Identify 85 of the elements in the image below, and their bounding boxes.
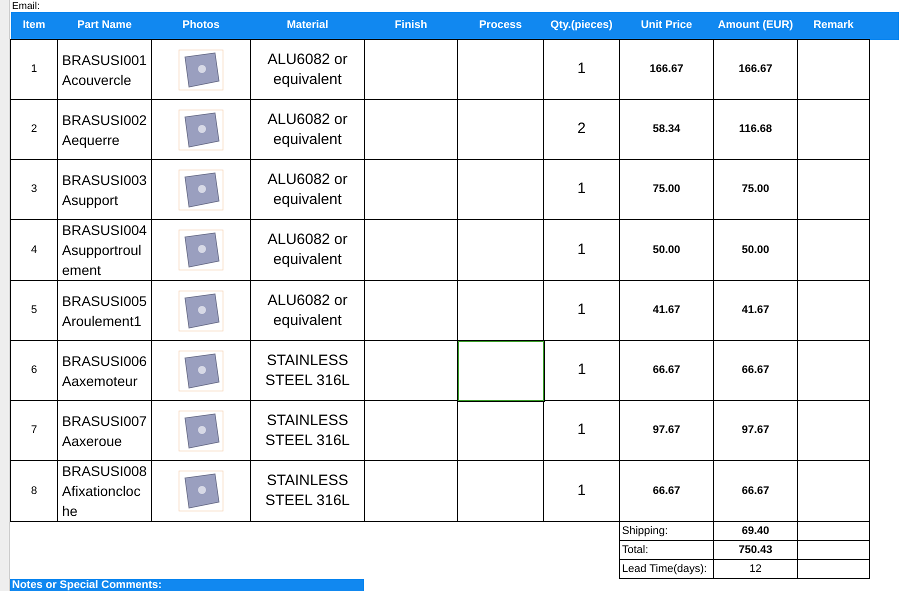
column-header: Unit Price [620,12,714,40]
header-fill [870,12,898,40]
quantity-cell: 1 [544,400,620,460]
item-cell: 8 [10,460,58,522]
item-cell: 2 [10,100,58,160]
amount-cell: 66.67 [714,340,798,400]
summary-value: 12 [714,560,798,578]
quantity-cell: 1 [544,220,620,280]
column-header: Photos [152,12,250,40]
unit-price-cell: 58.34 [620,100,714,160]
unit-price-cell: 50.00 [620,220,714,280]
part-name-cell: BRASUSI008Afixationcloche [58,460,152,522]
unit-price-cell: 166.67 [620,40,714,100]
item-cell: 5 [10,280,58,340]
column-header: Qty.(pieces) [544,12,620,40]
amount-cell: 75.00 [714,160,798,220]
remark-cell [798,220,870,280]
quantity-cell: 2 [544,100,620,160]
summary-blank-cell [798,522,870,540]
item-cell: 1 [10,40,58,100]
part-name-cell: BRASUSI007Aaxeroue [58,400,152,460]
quantity-cell: 1 [544,280,620,340]
amount-cell: 97.67 [714,400,798,460]
remark-cell [798,280,870,340]
quantity-cell: 1 [544,340,620,400]
summary-value: 69.40 [714,522,798,540]
remark-cell [798,460,870,522]
summary-label: Total: [620,540,714,560]
summary-label: Lead Time(days): [620,560,714,578]
material-cell: STAINLESS STEEL 316L [250,400,364,460]
column-header: Remark [798,12,870,40]
summary-value: 750.43 [714,540,798,560]
material-cell: ALU6082 or equivalent [250,220,364,280]
amount-cell: 166.67 [714,40,798,100]
amount-cell: 66.67 [714,460,798,522]
unit-price-cell: 66.67 [620,340,714,400]
process-cell[interactable] [458,100,544,160]
part-name-cell: BRASUSI003Asupport [58,160,152,220]
amount-cell: 41.67 [714,280,798,340]
column-header: Item [10,12,58,40]
amount-cell: 116.68 [714,100,798,160]
summary-label: Shipping: [620,522,714,540]
part-name-cell: BRASUSI005Aroulement1 [58,280,152,340]
material-cell: ALU6082 or equivalent [250,100,364,160]
process-cell[interactable] [458,40,544,100]
column-header: Material [250,12,364,40]
quantity-cell: 1 [544,460,620,522]
quantity-cell: 1 [544,160,620,220]
summary-blank-cell [798,540,870,560]
column-header: Process [458,12,544,40]
item-cell: 4 [10,220,58,280]
unit-price-cell: 97.67 [620,400,714,460]
email-label: Email: [12,2,40,12]
material-cell: ALU6082 or equivalent [250,160,364,220]
part-name-cell: BRASUSI002Aequerre [58,100,152,160]
remark-cell [798,340,870,400]
notes-header: Notes or Special Comments: [10,579,364,591]
unit-price-cell: 66.67 [620,460,714,522]
column-header: Part Name [58,12,152,40]
process-cell[interactable] [458,220,544,280]
part-name-cell: BRASUSI004Asupportroulement [58,220,152,280]
remark-cell [798,400,870,460]
material-cell: ALU6082 or equivalent [250,40,364,100]
item-cell: 7 [10,400,58,460]
material-cell: STAINLESS STEEL 316L [250,460,364,522]
material-cell: STAINLESS STEEL 316L [250,340,364,400]
unit-price-cell: 75.00 [620,160,714,220]
item-cell: 3 [10,160,58,220]
material-cell: ALU6082 or equivalent [250,280,364,340]
process-cell[interactable] [458,160,544,220]
summary-blank-cell [798,560,870,578]
column-header: Finish [364,12,458,40]
process-cell[interactable] [458,340,544,400]
column-header: Amount (EUR) [714,12,798,40]
process-cell[interactable] [458,400,544,460]
process-cell[interactable] [458,460,544,522]
remark-cell [798,40,870,100]
item-cell: 6 [10,340,58,400]
remark-cell [798,100,870,160]
remark-cell [798,160,870,220]
amount-cell: 50.00 [714,220,798,280]
part-name-cell: BRASUSI006Aaxemoteur [58,340,152,400]
quantity-cell: 1 [544,40,620,100]
unit-price-cell: 41.67 [620,280,714,340]
part-name-cell: BRASUSI001Acouvercle [58,40,152,100]
